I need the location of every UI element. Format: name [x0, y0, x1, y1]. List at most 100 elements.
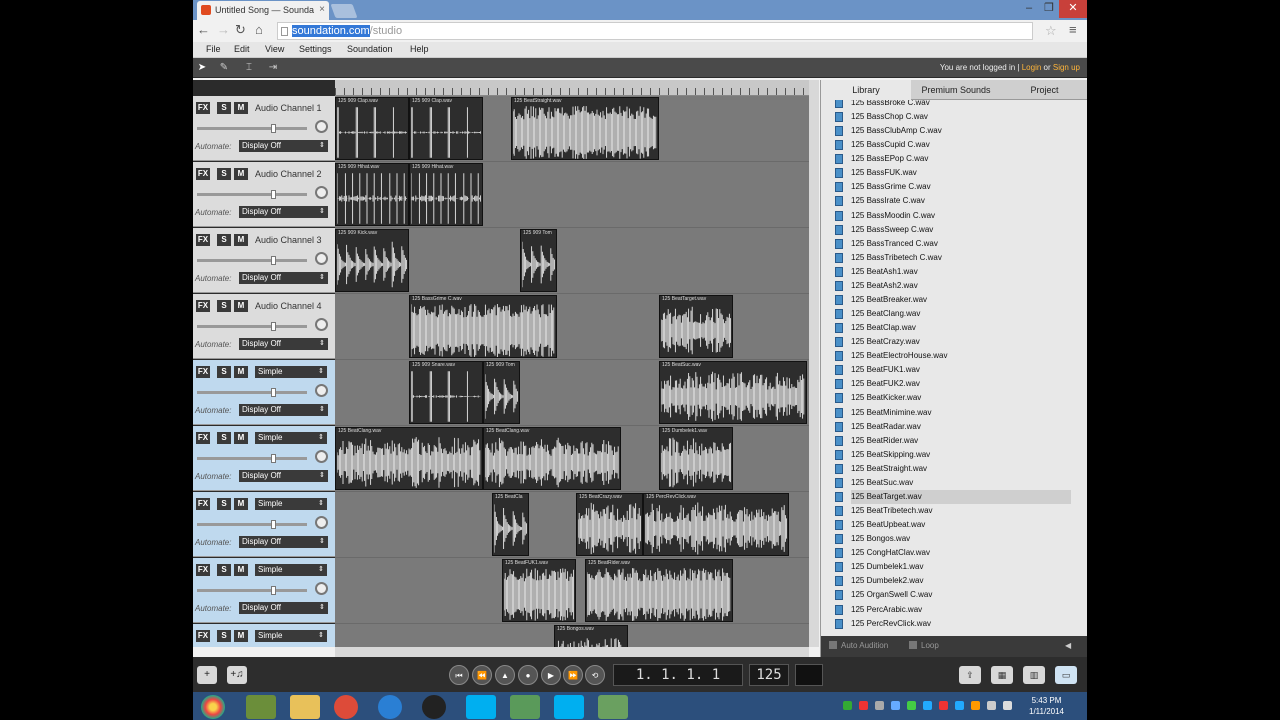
login-link[interactable]: Login	[1022, 63, 1042, 72]
fx-button[interactable]: FX	[196, 366, 210, 378]
library-item[interactable]: 125 BeatSuc.wav	[835, 476, 1071, 490]
audio-clip[interactable]: 125 BeatCla	[492, 493, 529, 556]
tray-icon-8[interactable]	[955, 701, 964, 710]
library-item[interactable]: 125 BeatFUK1.wav	[835, 363, 1071, 377]
volume-slider-thumb[interactable]	[271, 124, 276, 133]
tray-icon-4[interactable]	[891, 701, 900, 710]
solo-button[interactable]: S	[217, 498, 231, 510]
skype-icon-2[interactable]	[554, 695, 584, 719]
library-item[interactable]: 125 PercRevClick.wav	[835, 617, 1071, 631]
fx-button[interactable]: FX	[196, 234, 210, 246]
library-item[interactable]: 125 OrganSwell C.wav	[835, 588, 1071, 602]
library-item[interactable]: 125 BeatAsh1.wav	[835, 265, 1071, 279]
close-window-button[interactable]: ✕	[1059, 0, 1087, 18]
fast-forward-icon[interactable]: ⏩	[563, 665, 583, 685]
library-item[interactable]: 125 BassMoodin C.wav	[835, 209, 1071, 223]
volume-slider[interactable]	[197, 388, 307, 397]
audio-clip[interactable]: 125 BeatTarget.wav	[659, 295, 733, 358]
volume-slider[interactable]	[197, 586, 307, 595]
library-item[interactable]: 125 Bongos.wav	[835, 532, 1071, 546]
solo-button[interactable]: S	[217, 168, 231, 180]
tab-close-icon[interactable]: ×	[319, 4, 325, 15]
pencil-tool-icon[interactable]: ✎	[217, 61, 231, 75]
instrument-dropdown[interactable]: Simple ⇕	[255, 432, 327, 444]
library-item[interactable]: 125 BeatClang.wav	[835, 307, 1071, 321]
track-header[interactable]: FX S M Audio Channel 3 Automate: Display…	[193, 228, 335, 293]
track-header[interactable]: FX S M Audio Channel 4 Automate: Display…	[193, 294, 335, 359]
safari-icon[interactable]	[378, 695, 402, 719]
library-item[interactable]: 125 BeatSkipping.wav	[835, 448, 1071, 462]
pan-knob[interactable]	[315, 318, 328, 331]
mute-button[interactable]: M	[234, 630, 248, 642]
speaker-icon[interactable]: ◀	[1065, 641, 1071, 650]
audio-clip[interactable]: 125 909 Clap.wav	[409, 97, 483, 160]
file-explorer-icon[interactable]	[290, 695, 320, 719]
library-item[interactable]: 125 BeatCrazy.wav	[835, 335, 1071, 349]
audio-clip[interactable]: 125 PercRevClick.wav	[643, 493, 789, 556]
loop-checkbox[interactable]	[909, 641, 917, 649]
volume-slider-thumb[interactable]	[271, 190, 276, 199]
solo-button[interactable]: S	[217, 432, 231, 444]
clock[interactable]: 5:43 PM 1/11/2014	[1029, 695, 1064, 717]
add-track-button[interactable]: +	[197, 666, 217, 684]
new-tab-button[interactable]	[330, 4, 358, 18]
library-item[interactable]: 125 BeatStraight.wav	[835, 462, 1071, 476]
minimize-button[interactable]: –	[1019, 0, 1039, 18]
automate-dropdown[interactable]: Display Off ⇕	[239, 536, 328, 548]
library-item[interactable]: 125 BassTranced C.wav	[835, 237, 1071, 251]
pan-knob[interactable]	[315, 120, 328, 133]
horizontal-scrollbar[interactable]	[335, 647, 809, 657]
audio-clip[interactable]: 125 BassGrime C.wav	[409, 295, 557, 358]
fx-button[interactable]: FX	[196, 300, 210, 312]
library-item[interactable]: 125 BassSweep C.wav	[835, 223, 1071, 237]
chrome-menu-icon[interactable]: ≡	[1069, 22, 1077, 37]
library-item[interactable]: 125 CongHatClav.wav	[835, 546, 1071, 560]
menu-settings[interactable]: Settings	[299, 44, 332, 54]
tempo-display[interactable]: 125	[749, 664, 789, 686]
tab-project[interactable]: Project	[1001, 80, 1087, 100]
track-lanes[interactable]: 125 909 Clap.wav 125 909 Clap.wav 125 Beat…	[335, 96, 809, 647]
library-item[interactable]: 125 BeatTribetech.wav	[835, 504, 1071, 518]
library-item[interactable]: 125 BeatElectroHouse.wav	[835, 349, 1071, 363]
pan-knob[interactable]	[315, 252, 328, 265]
audio-clip[interactable]: 125 909 Tom	[520, 229, 557, 292]
reload-icon[interactable]: ↻	[235, 22, 246, 38]
keyboard-button[interactable]: ▭	[1055, 666, 1077, 684]
chrome-icon[interactable]	[334, 695, 358, 719]
goto-start-icon[interactable]: ⏮	[449, 665, 469, 685]
library-item[interactable]: 125 BassClubAmp C.wav	[835, 124, 1071, 138]
app-icon-2[interactable]	[598, 695, 628, 719]
volume-slider[interactable]	[197, 322, 307, 331]
home-icon[interactable]: ⌂	[255, 22, 263, 37]
track-header[interactable]: FX S M Simple ⇕ Automate: Display Off ⇕	[193, 426, 335, 491]
track-name[interactable]: Audio Channel 3	[255, 235, 322, 245]
tray-icon-6[interactable]	[923, 701, 932, 710]
library-item[interactable]: 125 BeatKicker.wav	[835, 391, 1071, 405]
add-instrument-button[interactable]: +♫	[227, 666, 247, 684]
minecraft-icon[interactable]	[246, 695, 276, 719]
library-item[interactable]: 125 PercArabic.wav	[835, 603, 1071, 617]
instrument-dropdown[interactable]: Simple ⇕	[255, 366, 327, 378]
auto-audition-checkbox[interactable]	[829, 641, 837, 649]
automate-dropdown[interactable]: Display Off ⇕	[239, 470, 328, 482]
audio-clip[interactable]: 125 BeatCrazy.wav	[576, 493, 643, 556]
tray-icon-9[interactable]	[971, 701, 980, 710]
library-item[interactable]: 125 Dumbelek2.wav	[835, 574, 1071, 588]
bookmark-star-icon[interactable]: ☆	[1045, 23, 1057, 39]
library-item[interactable]: 125 BeatFUK2.wav	[835, 377, 1071, 391]
library-item[interactable]: 125 BassIrate C.wav	[835, 194, 1071, 208]
fx-button[interactable]: FX	[196, 102, 210, 114]
fx-button[interactable]: FX	[196, 564, 210, 576]
library-item[interactable]: 125 BassChop C.wav	[835, 110, 1071, 124]
piano-button[interactable]: ▥	[1023, 666, 1045, 684]
cut-tool-icon[interactable]: ⌶	[242, 61, 256, 75]
volume-slider-thumb[interactable]	[271, 520, 276, 529]
menu-help[interactable]: Help	[410, 44, 429, 54]
library-item[interactable]: 125 BassBroke C.wav	[835, 100, 1071, 110]
audio-clip[interactable]: 125 909 Hihat.wav	[335, 163, 409, 226]
solo-button[interactable]: S	[217, 300, 231, 312]
track-name[interactable]: Audio Channel 1	[255, 103, 322, 113]
audio-clip[interactable]: 125 Dumbelek1.wav	[659, 427, 733, 490]
audio-clip[interactable]: 125 BeatClang.wav	[335, 427, 483, 490]
mute-button[interactable]: M	[234, 564, 248, 576]
